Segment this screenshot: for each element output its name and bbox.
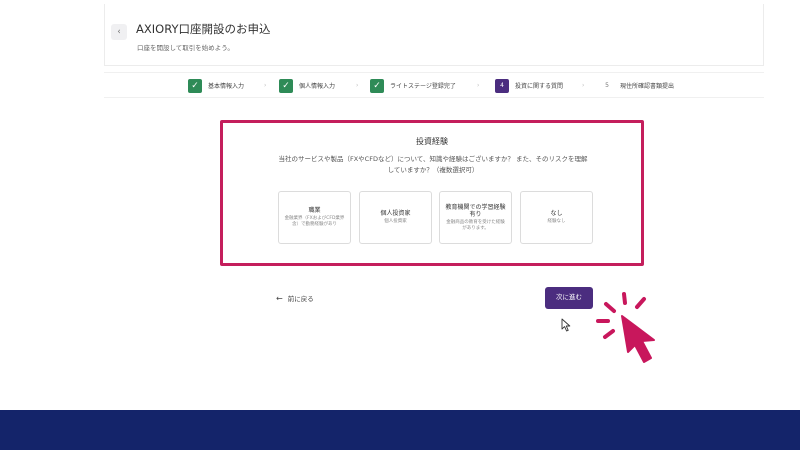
option-subtitle: 金融業界（FXおよびCFD業界含）で勤務経験があり xyxy=(284,216,345,227)
hand-pointer-click-icon xyxy=(596,292,655,363)
next-button[interactable]: 次に進む xyxy=(545,287,593,309)
step-label: 投資に関する質問 xyxy=(515,83,564,90)
arrow-left-icon: ← xyxy=(276,293,283,303)
step-light-stage: ✓ ライトステージ登録完了 xyxy=(370,78,456,93)
option-subtitle: 経験なし xyxy=(547,219,566,224)
investment-experience-question: 投資経験 当社のサービスや製品（FXやCFDなど）について、知識や経験はございま… xyxy=(220,120,644,266)
step-separator: › xyxy=(582,82,585,89)
option-title: 職業 xyxy=(308,207,321,214)
back-link-label: 前に戻る xyxy=(287,295,314,303)
footer-band xyxy=(0,410,800,450)
question-description: 当社のサービスや製品（FXやCFDなど）について、知識や経験はございますか？ ま… xyxy=(278,155,588,174)
progress-stepper: ✓ 基本情報入力 › ✓ 個人情報入力 › ✓ ライトステージ登録完了 › 4 … xyxy=(104,72,764,98)
step-number-badge: 5 xyxy=(605,81,609,89)
step-label: 現住所確認書類提出 xyxy=(620,83,675,90)
step-separator: › xyxy=(264,82,267,89)
check-icon: ✓ xyxy=(188,78,202,93)
back-link[interactable]: ← 前に戻る xyxy=(276,293,314,304)
option-title: 教育機関での学習経験有り xyxy=(445,203,506,218)
option-title: 個人投資家 xyxy=(380,210,411,217)
step-basic-info: ✓ 基本情報入力 xyxy=(188,78,244,93)
step-address-proof: 5 現住所確認書類提出 xyxy=(600,78,674,93)
header-card: ‹ AXIORY口座開設のお申込 口座を開設して取引を始めよう。 xyxy=(104,4,764,66)
question-title: 投資経験 xyxy=(416,137,448,146)
screen: ‹ AXIORY口座開設のお申込 口座を開設して取引を始めよう。 ✓ 基本情報入… xyxy=(0,0,800,450)
option-individual-investor[interactable]: 個人投資家 個人投資家 xyxy=(359,191,432,244)
check-icon: ✓ xyxy=(370,78,384,93)
step-label: 個人情報入力 xyxy=(299,83,336,90)
option-subtitle: 金融商品の教育を受けた経験があります。 xyxy=(446,219,505,231)
step-personal-info: ✓ 個人情報入力 xyxy=(279,78,335,93)
back-chevron-button[interactable]: ‹ xyxy=(111,24,127,40)
option-occupation[interactable]: 職業 金融業界（FXおよびCFD業界含）で勤務経験があり xyxy=(278,191,351,244)
option-subtitle: 個人投資家 xyxy=(384,219,407,224)
step-number-badge: 4 xyxy=(495,78,509,93)
step-label: ライトステージ登録完了 xyxy=(390,83,456,90)
option-title: なし xyxy=(550,210,563,217)
check-icon: ✓ xyxy=(279,78,293,93)
chevron-left-icon: ‹ xyxy=(117,27,121,37)
step-label: 基本情報入力 xyxy=(208,83,245,90)
page-subtitle: 口座を開設して取引を始めよう。 xyxy=(137,44,234,52)
page-title: AXIORY口座開設のお申込 xyxy=(136,22,271,36)
step-separator: › xyxy=(477,82,480,89)
option-education[interactable]: 教育機関での学習経験有り 金融商品の教育を受けた経験があります。 xyxy=(439,191,512,244)
step-investment-questions: 4 投資に関する質問 xyxy=(495,78,563,93)
mouse-pointer-icon xyxy=(561,318,571,332)
option-none[interactable]: なし 経験なし xyxy=(520,191,593,244)
step-separator: › xyxy=(356,82,359,89)
